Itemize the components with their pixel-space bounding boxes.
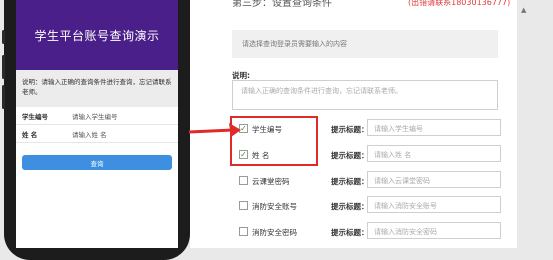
step-contact-note: (出错请联系18030136777) — [408, 0, 511, 7]
prompt-title-input[interactable]: 请输入消防安全密码 — [367, 222, 501, 239]
step-title: 第三步：设置查询条件 — [232, 0, 332, 9]
prompt-title-label: 提示标题： — [331, 177, 369, 186]
phone-field-row[interactable]: 学生编号 请输入学生编号 — [16, 107, 178, 125]
select-hint: 请选择查询登录员需要输入的内容 — [232, 30, 498, 58]
field-row: 消防安全密码 提示标题： 请输入消防安全密码 — [239, 222, 509, 240]
prompt-title-input[interactable]: 请输入学生编号 — [367, 119, 501, 136]
phone-volume-down — [2, 85, 5, 109]
phone-field-label: 学生编号 — [22, 112, 48, 121]
prompt-title-label: 提示标题： — [331, 125, 369, 134]
annotation-arrow — [188, 123, 241, 137]
field-row: 云课堂密码 提示标题： 请输入云课堂密码 — [239, 171, 509, 189]
phone-volume-up — [2, 55, 5, 79]
field-name: 消防安全账号 — [252, 202, 297, 211]
scrollbar[interactable] — [517, 0, 553, 248]
phone-field-label: 姓 名 — [22, 130, 38, 139]
prompt-title-input[interactable]: 请输入姓 名 — [367, 145, 501, 162]
phone-field-input[interactable]: 请输入学生编号 — [72, 111, 118, 121]
prompt-title-input[interactable]: 请输入云课堂密码 — [367, 171, 501, 188]
phone-query-button[interactable]: 查询 — [22, 155, 172, 170]
scroll-up-icon[interactable]: ▲ — [521, 6, 526, 14]
phone-field-row[interactable]: 姓 名 请输入姓 名 — [16, 125, 178, 143]
phone-description: 说明：请输入正确的查询条件进行查询，忘记请联系老师。 — [16, 70, 178, 107]
field-checkbox[interactable] — [239, 201, 248, 210]
phone-header-title: 学生平台账号查询演示 — [16, 0, 178, 70]
prompt-title-label: 提示标题： — [331, 228, 369, 237]
field-checkbox[interactable] — [239, 176, 248, 185]
prompt-title-label: 提示标题： — [331, 202, 369, 211]
field-name: 消防安全密码 — [252, 228, 297, 237]
description-textarea[interactable]: 请输入正确的查询条件进行查询，忘记请联系老师。 — [232, 80, 498, 110]
phone-field-input[interactable]: 请输入姓 名 — [72, 129, 107, 139]
phone-side-button — [2, 30, 5, 44]
prompt-title-input[interactable]: 请输入消防安全账号 — [367, 196, 501, 213]
phone-preview: 学生平台账号查询演示 说明：请输入正确的查询条件进行查询，忘记请联系老师。 学生… — [2, 0, 190, 260]
phone-screen: 学生平台账号查询演示 说明：请输入正确的查询条件进行查询，忘记请联系老师。 学生… — [16, 0, 178, 248]
field-name: 云课堂密码 — [252, 177, 290, 186]
field-checkbox[interactable] — [239, 227, 248, 236]
prompt-title-label: 提示标题： — [331, 151, 369, 160]
field-row: 消防安全账号 提示标题： 请输入消防安全账号 — [239, 196, 509, 214]
